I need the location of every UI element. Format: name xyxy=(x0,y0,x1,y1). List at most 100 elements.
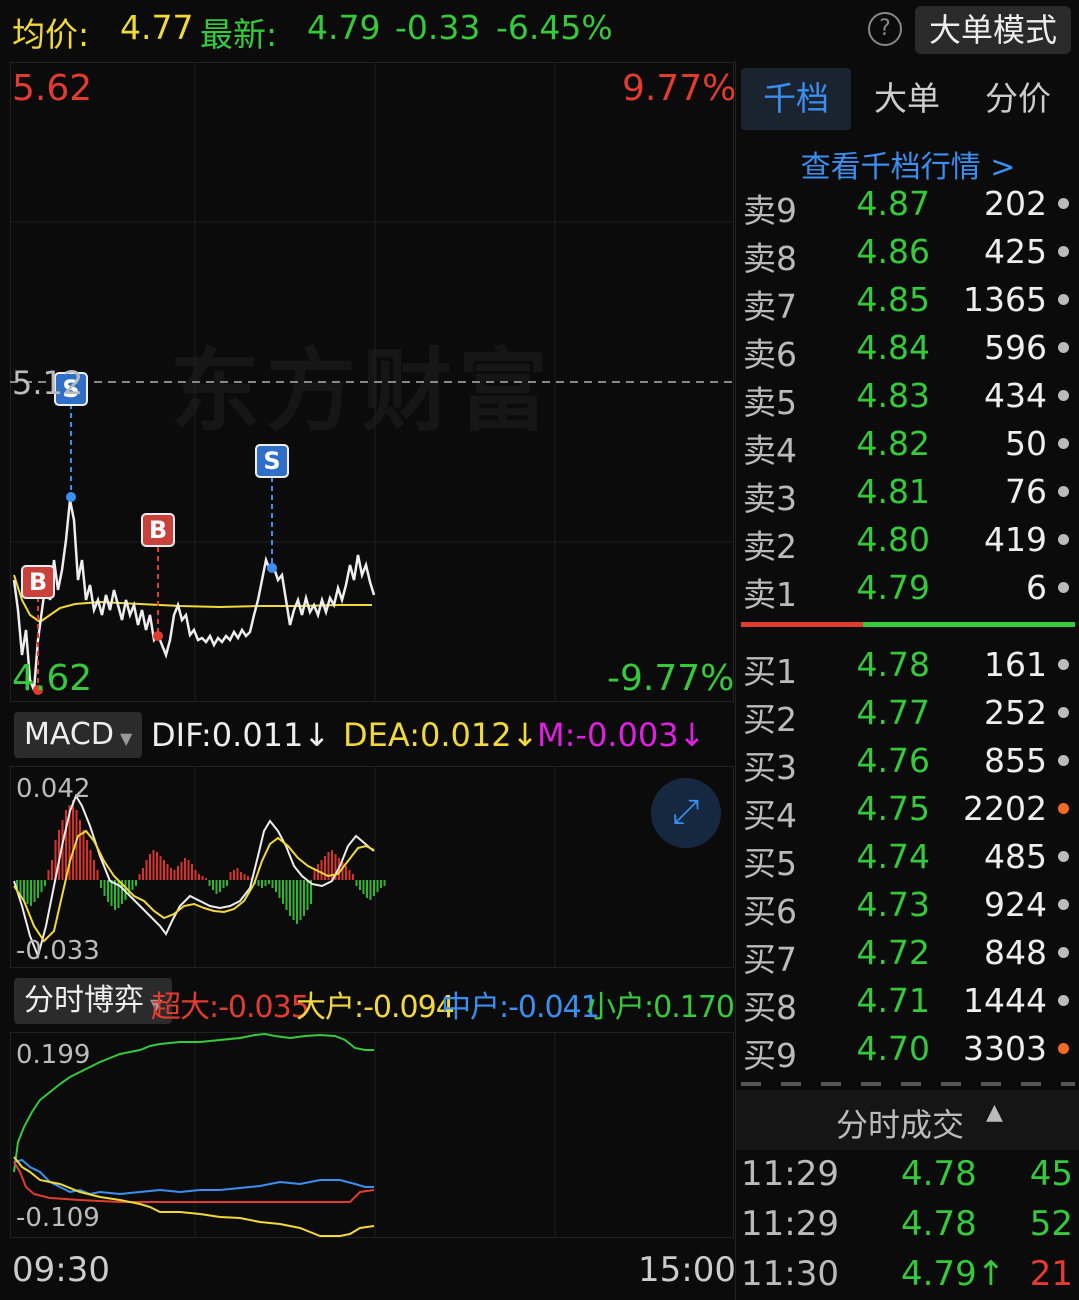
macd-bar xyxy=(292,880,295,920)
trade-time: 11:29 xyxy=(741,1154,839,1194)
macd-bar xyxy=(233,870,235,880)
medium-investor-line xyxy=(13,1158,374,1196)
super-large-line xyxy=(13,1161,375,1203)
bid-row-10-partial xyxy=(741,1078,1075,1090)
ask-row[interactable]: 卖5 4.83 434 xyxy=(741,374,1075,422)
ask-level-label: 卖3 xyxy=(743,479,797,518)
super-large-value: 超大:-0.035 xyxy=(151,990,310,1025)
bid-price: 4.70 xyxy=(856,1029,930,1068)
bid-row[interactable]: 买7 4.72 848 xyxy=(741,931,1075,979)
order-dot-icon xyxy=(1058,198,1069,209)
macd-bar xyxy=(180,862,183,880)
macd-bar xyxy=(201,876,204,880)
bid-row[interactable]: 买5 4.74 485 xyxy=(741,835,1075,883)
ask-level-label: 卖2 xyxy=(743,527,797,566)
ask-price: 4.86 xyxy=(856,232,930,271)
trade-row[interactable]: 11:29 4.78 45 xyxy=(741,1150,1075,1200)
macd-bar xyxy=(142,868,144,880)
trade-volume: 21 xyxy=(1029,1254,1073,1294)
tab-big-order[interactable]: 大单 xyxy=(852,68,962,130)
trade-volume: 52 xyxy=(1029,1204,1073,1244)
ask-volume: 50 xyxy=(1005,424,1047,463)
macd-bar xyxy=(177,866,179,880)
trade-row[interactable]: 11:30 4.79↑ 21 xyxy=(741,1250,1075,1300)
tab-price-dist[interactable]: 分价 xyxy=(963,68,1073,130)
expand-icon[interactable]: ⤢ xyxy=(651,778,721,848)
macd-bar xyxy=(222,880,225,888)
bid-level-label: 买5 xyxy=(743,844,797,883)
ask-row[interactable]: 卖9 4.87 202 xyxy=(741,182,1075,230)
macd-bar xyxy=(352,874,354,880)
ask-row[interactable]: 卖1 4.79 6 xyxy=(741,566,1075,614)
help-icon[interactable]: ? xyxy=(868,12,902,46)
macd-bar xyxy=(355,880,358,886)
fund-bottom-label: -0.109 xyxy=(16,1203,100,1233)
large-value: 大户:-0.094 xyxy=(296,990,455,1025)
macd-bar xyxy=(166,864,169,880)
bid-price: 4.71 xyxy=(856,981,930,1020)
macd-bar xyxy=(324,856,326,880)
bid-level-label: 买2 xyxy=(743,700,797,739)
macd-bar xyxy=(306,880,309,910)
ask-level-label: 卖1 xyxy=(743,575,797,614)
bid-volume: 855 xyxy=(984,741,1047,780)
macd-dea: DEA:0.012↓ xyxy=(343,716,539,754)
ask-row[interactable]: 卖3 4.81 76 xyxy=(741,470,1075,518)
indicator-selector-label: MACD xyxy=(24,717,114,752)
macd-bar xyxy=(243,874,246,880)
bid-price: 4.77 xyxy=(856,693,930,732)
trade-row[interactable]: 11:29 4.78 52 xyxy=(741,1200,1075,1250)
buy-marker-1[interactable]: B xyxy=(21,565,55,599)
ask-level-label: 卖9 xyxy=(743,191,797,230)
bid-row[interactable]: 买2 4.77 252 xyxy=(741,691,1075,739)
tab-qiandang[interactable]: 千档 xyxy=(741,68,851,130)
bid-level-label: 买3 xyxy=(743,748,797,787)
macd-bar xyxy=(184,858,186,880)
ask-volume: 596 xyxy=(984,328,1047,367)
bid-volume: 924 xyxy=(984,885,1047,924)
bid-level-label: 买1 xyxy=(743,652,797,691)
bid-row[interactable]: 买4 4.75 2202 xyxy=(741,787,1075,835)
macd-bar xyxy=(110,880,113,906)
macd-bar xyxy=(215,880,218,894)
ask-price: 4.84 xyxy=(856,328,930,367)
ask-row[interactable]: 卖4 4.82 50 xyxy=(741,422,1075,470)
order-dot-icon xyxy=(1058,342,1069,353)
high-price-label: 5.62 xyxy=(12,68,93,109)
macd-bar xyxy=(376,880,379,892)
indicator-selector-macd[interactable]: MACD ▼ xyxy=(14,712,143,758)
indicator-selector-fund[interactable]: 分时博弈 ▼ xyxy=(14,978,173,1024)
trade-time: 11:30 xyxy=(741,1254,839,1294)
macd-bar xyxy=(240,872,242,880)
ask-row[interactable]: 卖7 4.85 1365 xyxy=(741,278,1075,326)
macd-bar xyxy=(236,868,239,880)
sell-marker-2[interactable]: S xyxy=(255,444,289,478)
view-qiandang-link[interactable]: 查看千档行情 > xyxy=(741,142,1075,186)
dif-line xyxy=(13,793,375,960)
macd-bar xyxy=(362,880,365,894)
trades-header[interactable]: 分时成交 ▲ xyxy=(736,1090,1079,1150)
order-dot-icon xyxy=(1058,294,1069,305)
macd-bar xyxy=(226,880,228,886)
macd-top-label: 0.042 xyxy=(16,774,91,804)
macd-bar xyxy=(93,860,95,880)
buy-marker-2[interactable]: B xyxy=(141,513,175,547)
ask-row[interactable]: 卖6 4.84 596 xyxy=(741,326,1075,374)
bid-row[interactable]: 买9 4.70 3303 xyxy=(741,1027,1075,1075)
bid-row[interactable]: 买1 4.78 161 xyxy=(741,643,1075,691)
depth-ratio-buy xyxy=(863,622,1075,627)
fund-selector-label: 分时博弈 xyxy=(24,983,144,1018)
trades-title: 分时成交 xyxy=(836,1106,965,1144)
bid-volume: 3303 xyxy=(963,1029,1047,1068)
bid-row[interactable]: 买8 4.71 1444 xyxy=(741,979,1075,1027)
ask-row[interactable]: 卖2 4.80 419 xyxy=(741,518,1075,566)
big-order-mode-button[interactable]: 大单模式 xyxy=(915,6,1071,54)
bid-row[interactable]: 买3 4.76 855 xyxy=(741,739,1075,787)
ask-row[interactable]: 卖8 4.86 425 xyxy=(741,230,1075,278)
ask-level-label: 卖4 xyxy=(743,431,797,470)
fund-top-label: 0.199 xyxy=(16,1040,91,1070)
bid-row[interactable]: 买6 4.73 924 xyxy=(741,883,1075,931)
ask-price: 4.85 xyxy=(856,280,930,319)
order-dot-icon xyxy=(1058,755,1069,766)
macd-bar xyxy=(191,864,193,880)
